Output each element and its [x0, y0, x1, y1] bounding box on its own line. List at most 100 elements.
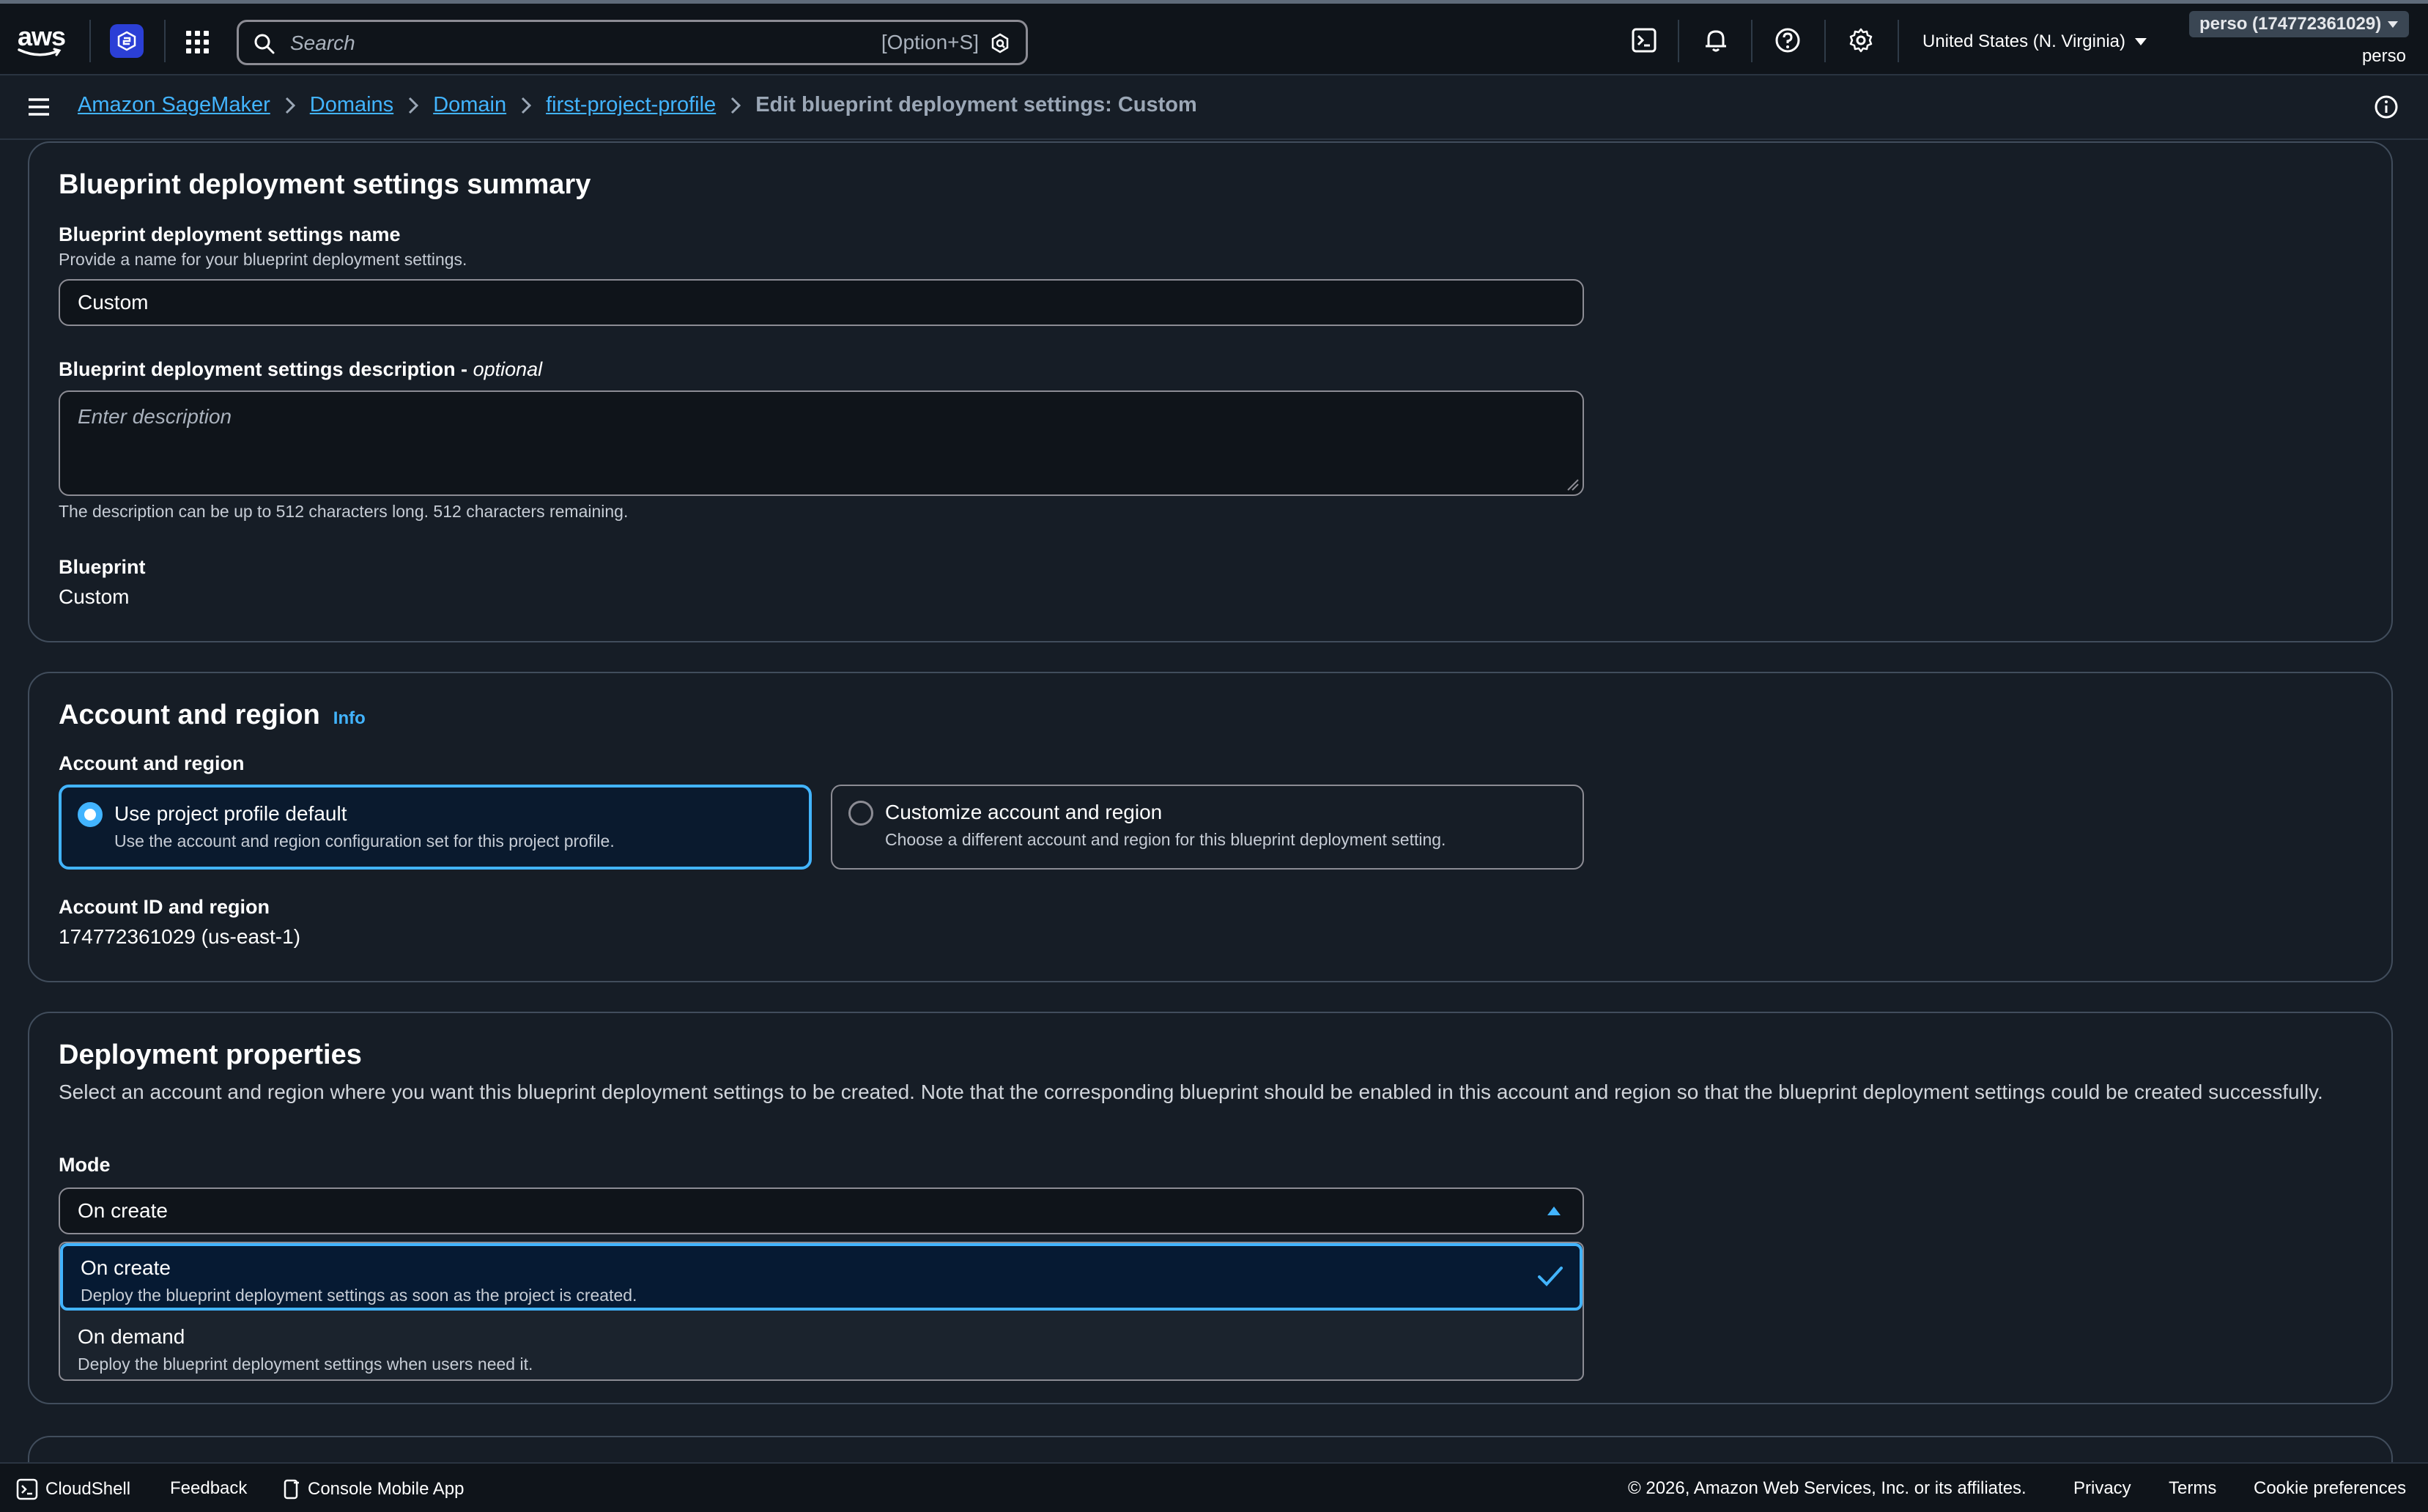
tile-title: Customize account and region [885, 801, 1163, 823]
radio-button-selected[interactable] [78, 802, 103, 827]
resize-handle-icon[interactable] [1565, 477, 1580, 492]
amazon-q-icon[interactable] [989, 32, 1011, 54]
option-description: Deploy the blueprint deployment settings… [81, 1286, 637, 1305]
account-region-field-label: Account and region [59, 752, 245, 774]
cloudshell-icon [16, 1478, 38, 1500]
account-id-label: Account ID and region [59, 896, 270, 918]
optional-tag: optional [473, 358, 543, 380]
description-placeholder: Enter description [78, 405, 232, 428]
info-panel-icon[interactable] [2374, 94, 2399, 119]
mobile-phone-icon [284, 1479, 299, 1500]
account-username: perso [2361, 46, 2406, 66]
nav-divider [1898, 20, 1899, 62]
footer-terms-link[interactable]: Terms [2169, 1478, 2216, 1499]
deployment-properties-container: Deployment properties Select an account … [28, 1012, 2393, 1404]
caret-down-icon [2135, 38, 2147, 45]
help-icon[interactable] [1774, 27, 1801, 53]
footer-copyright: © 2026, Amazon Web Services, Inc. or its… [1628, 1478, 2027, 1499]
footer-copyright-text: © 2026, Amazon Web Services, Inc. or its… [1628, 1478, 2027, 1498]
option-title: On demand [78, 1325, 185, 1348]
description-textarea[interactable]: Enter description [59, 390, 1584, 496]
footer-mobile-app-link[interactable]: Console Mobile App [283, 1478, 464, 1500]
search-shortcut-hint: [Option+S] [881, 31, 979, 53]
breadcrumb-link-project-profile[interactable]: first-project-profile [546, 93, 716, 117]
region-label: United States (N. Virginia) [1922, 32, 2126, 51]
aws-logo-text: aws [18, 21, 66, 51]
nav-divider [89, 20, 91, 62]
summary-container: Blueprint deployment settings summary Bl… [28, 141, 2393, 642]
description-field-label: Blueprint deployment settings descriptio… [59, 358, 542, 381]
nav-divider [164, 20, 166, 62]
nav-divider [1678, 20, 1679, 62]
name-input[interactable]: Custom [59, 279, 1584, 326]
mode-selected-value: On create [78, 1199, 168, 1222]
tile-description: Choose a different account and region fo… [885, 830, 1446, 849]
deployment-title: Deployment properties [59, 1040, 362, 1071]
top-navigation-bar: aws [Option+S] [0, 0, 2428, 75]
cloudshell-icon[interactable] [1631, 27, 1657, 53]
description-char-hint: The description can be up to 512 charact… [59, 502, 629, 521]
radio-tile-project-default[interactable]: Use project profile default Use the acco… [59, 785, 812, 870]
breadcrumb: Amazon SageMaker Domains Domain first-pr… [78, 93, 1197, 117]
search-box[interactable]: [Option+S] [237, 20, 1028, 65]
option-title: On create [81, 1256, 171, 1279]
mode-option-on-demand[interactable]: On demand Deploy the blueprint deploymen… [60, 1311, 1583, 1379]
footer-cookie-preferences-link[interactable]: Cookie preferences [2254, 1478, 2406, 1499]
description-label-text: Blueprint deployment settings descriptio… [59, 358, 473, 380]
tile-description: Use the account and region configuration… [114, 831, 615, 850]
footer-cloudshell-link[interactable]: CloudShell [16, 1478, 130, 1500]
aws-smile-icon [18, 48, 62, 56]
chevron-right-icon [521, 97, 532, 114]
footer-terms-label: Terms [2169, 1478, 2217, 1498]
summary-title-text: Blueprint deployment settings summary [59, 169, 591, 200]
footer-privacy-link[interactable]: Privacy [2073, 1478, 2131, 1499]
chevron-right-icon [408, 97, 419, 114]
footer-feedback-link[interactable]: Feedback [170, 1478, 247, 1499]
breadcrumb-link-domain[interactable]: Domain [433, 93, 506, 117]
mode-label: Mode [59, 1154, 111, 1176]
nav-divider [1751, 20, 1752, 62]
mode-select[interactable]: On create [59, 1187, 1584, 1234]
mode-option-on-create[interactable]: On create Deploy the blueprint deploymen… [60, 1243, 1583, 1311]
footer-feedback-label: Feedback [170, 1478, 248, 1498]
footer-privacy-label: Privacy [2073, 1478, 2131, 1498]
settings-gear-icon[interactable] [1848, 27, 1874, 53]
tile-title: Use project profile default [114, 802, 347, 825]
deployment-title-text: Deployment properties [59, 1040, 362, 1070]
option-description: Deploy the blueprint deployment settings… [78, 1354, 533, 1374]
name-field-description: Provide a name for your blueprint deploy… [59, 250, 467, 269]
hamburger-menu-icon[interactable] [28, 97, 50, 116]
account-region-container: Account and region Info Account and regi… [28, 672, 2393, 982]
sagemaker-service-icon[interactable] [110, 24, 144, 58]
name-field-label: Blueprint deployment settings name [59, 223, 401, 245]
footer-cookies-label: Cookie preferences [2254, 1478, 2407, 1498]
account-badge-label: perso (174772361029) [2199, 14, 2382, 34]
account-region-info-link[interactable]: Info [333, 708, 366, 729]
account-region-title-text: Account and region [59, 700, 320, 730]
blueprint-label: Blueprint [59, 556, 146, 578]
region-selector[interactable]: United States (N. Virginia) [1922, 32, 2147, 52]
breadcrumb-link-domains[interactable]: Domains [310, 93, 393, 117]
deployment-description: Select an account and region where you w… [59, 1081, 2323, 1103]
blueprint-value: Custom [59, 585, 130, 608]
breadcrumb-current: Edit blueprint deployment settings: Cust… [755, 93, 1197, 116]
summary-title: Blueprint deployment settings summary [59, 169, 591, 201]
account-region-title: Account and region Info [59, 700, 366, 731]
radio-button-unselected[interactable] [848, 801, 873, 826]
radio-tile-customize[interactable]: Customize account and region Choose a di… [831, 785, 1584, 870]
search-input[interactable] [290, 29, 803, 57]
caret-up-icon [1547, 1207, 1561, 1215]
check-icon [1538, 1267, 1563, 1286]
notifications-bell-icon[interactable] [1703, 27, 1729, 53]
console-footer: CloudShell Feedback Console Mobile App ©… [0, 1462, 2428, 1512]
footer-mobile-app-label: Console Mobile App [308, 1479, 464, 1499]
caret-down-icon [2388, 21, 2399, 28]
account-id-value: 174772361029 (us-east-1) [59, 925, 301, 948]
chevron-right-icon [285, 97, 295, 114]
aws-logo[interactable]: aws [18, 21, 66, 58]
services-grid-icon[interactable] [185, 29, 211, 56]
breadcrumb-bar: Amazon SageMaker Domains Domain first-pr… [0, 75, 2428, 140]
mode-dropdown-menu: On create Deploy the blueprint deploymen… [59, 1242, 1584, 1381]
breadcrumb-link-sagemaker[interactable]: Amazon SageMaker [78, 93, 270, 117]
account-menu-button[interactable]: perso (174772361029) [2189, 11, 2410, 37]
